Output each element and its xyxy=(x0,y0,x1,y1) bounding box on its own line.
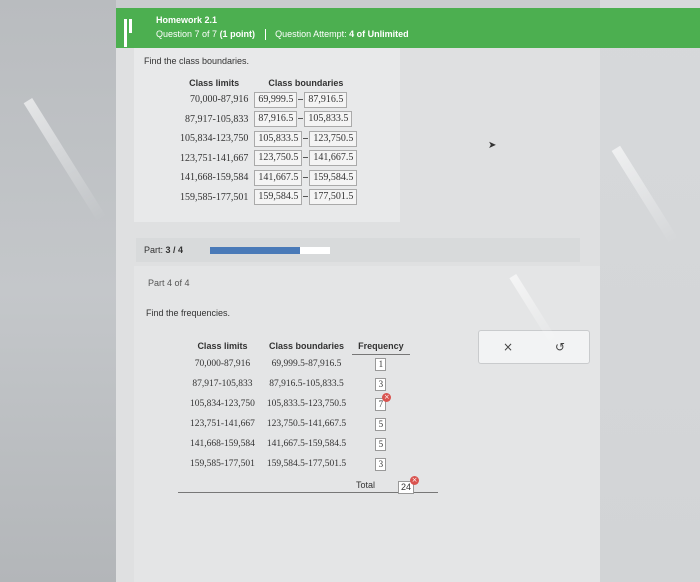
class-limits: 70,000-87,916 xyxy=(190,94,249,106)
table-row: 105,834-123,750 105,833.5-123,750.5 7 × xyxy=(184,392,410,414)
right-margin xyxy=(600,0,700,582)
boundaries-table: Class limits Class boundaries 70,000-87,… xyxy=(174,76,358,208)
table-row: 87,917-105,833 87,916.5 105,833.5 xyxy=(174,110,357,130)
question-points: (1 point) xyxy=(219,29,256,39)
table-row: 141,668-159,584 141,667.5-159,584.5 5 xyxy=(184,434,410,454)
col-frequency: Frequency xyxy=(352,338,410,355)
lower-boundary[interactable]: 159,584.5 xyxy=(254,189,303,206)
frequency-input[interactable]: 3 xyxy=(375,377,387,391)
frequency-input[interactable]: 7 × xyxy=(375,392,392,411)
frequency-cell: 1 xyxy=(352,354,410,374)
class-boundaries: 87,916.5-105,833.5 xyxy=(269,379,344,389)
frequency-input[interactable]: 5 xyxy=(375,417,387,431)
col-class-boundaries: Class boundaries xyxy=(268,78,344,88)
table-row: 105,834-123,750 105,833.5 123,750.5 xyxy=(174,129,358,149)
class-boundaries: 105,833.5-123,750.5 xyxy=(266,399,347,409)
error-x-icon: × xyxy=(382,392,392,402)
answer-actions: × ↺ xyxy=(478,330,590,364)
class-limits: 70,000-87,916 xyxy=(194,359,251,369)
class-limits: 141,668-159,584 xyxy=(190,439,255,449)
frequency-cell: 3 xyxy=(352,454,410,474)
question-number: Question 7 of 7 xyxy=(156,29,218,39)
lower-boundary[interactable]: 123,750.5 xyxy=(254,150,303,167)
frequency-table: Class limits Class boundaries Frequency … xyxy=(184,338,410,474)
col-class-limits: Class limits xyxy=(189,78,240,88)
class-limits: 105,834-123,750 xyxy=(180,133,249,145)
assignment-header: Homework 2.1 Question 7 of 7 (1 point) Q… xyxy=(116,8,700,48)
close-icon[interactable]: × xyxy=(503,340,513,354)
table-row: 159,585-177,501 159,584.5 177,501.5 xyxy=(174,188,358,208)
part-progress-row: Part: 3 / 4 xyxy=(136,238,580,262)
question-info: Question 7 of 7 (1 point) Question Attem… xyxy=(156,29,409,41)
frequency-cell: 5 xyxy=(352,414,410,434)
part-label: Part: 3 / 4 xyxy=(144,245,184,255)
class-boundaries: 105,833.5 123,750.5 xyxy=(254,129,358,149)
upper-boundary[interactable]: 177,501.5 xyxy=(309,189,358,206)
class-limits: 123,751-141,667 xyxy=(180,152,249,164)
left-margin xyxy=(0,0,116,582)
attempt-label: Question Attempt: xyxy=(275,29,347,39)
total-frequency: 24 × xyxy=(398,476,420,495)
table-row: 87,917-105,833 87,916.5-105,833.5 3 xyxy=(184,374,410,394)
class-boundaries: 87,916.5 105,833.5 xyxy=(254,110,357,130)
class-boundaries: 141,667.5 159,584.5 xyxy=(254,168,358,188)
mouse-cursor-icon: ➤ xyxy=(488,140,497,151)
frequencies-instruction: Find the frequencies. xyxy=(146,308,231,318)
class-boundaries: 69,999.5-87,916.5 xyxy=(271,359,342,369)
upper-boundary[interactable]: 123,750.5 xyxy=(309,130,358,147)
class-limits: 87,917-105,833 xyxy=(185,113,249,125)
table-row: 159,585-177,501 159,584.5-177,501.5 3 xyxy=(184,454,410,474)
class-limits: 105,834-123,750 xyxy=(190,399,255,409)
frequency-input[interactable]: 3 xyxy=(375,457,387,471)
col-class-limits: Class limits xyxy=(197,341,248,351)
class-limits: 87,917-105,833 xyxy=(192,379,253,389)
menu-icon[interactable] xyxy=(124,19,138,47)
class-boundaries: 123,750.5 141,667.5 xyxy=(254,149,358,169)
lower-boundary[interactable]: 141,667.5 xyxy=(254,169,303,186)
divider xyxy=(264,29,266,41)
class-limits: 141,668-159,584 xyxy=(180,172,249,184)
class-limits: 159,585-177,501 xyxy=(190,459,255,469)
table-row: 70,000-87,916 69,999.5 87,916.5 xyxy=(174,90,357,110)
class-boundaries: 141,667.5-159,584.5 xyxy=(266,439,347,449)
class-limits: 159,585-177,501 xyxy=(180,191,249,203)
progress-bar xyxy=(210,247,330,254)
total-label: Total xyxy=(356,480,376,490)
frequency-cell: 3 xyxy=(352,374,410,394)
progress-fill xyxy=(210,247,300,254)
frequency-cell: 5 xyxy=(352,434,410,454)
undo-icon[interactable]: ↺ xyxy=(555,340,565,354)
lower-boundary[interactable]: 87,916.5 xyxy=(254,111,298,128)
lower-boundary[interactable]: 69,999.5 xyxy=(254,91,298,108)
error-x-icon: × xyxy=(410,476,420,485)
col-class-boundaries: Class boundaries xyxy=(268,341,345,351)
frequency-cell: 7 × xyxy=(352,392,410,414)
class-boundaries: 159,584.5 177,501.5 xyxy=(254,188,358,208)
class-boundaries: 69,999.5 87,916.5 xyxy=(254,90,357,110)
lower-boundary[interactable]: 105,833.5 xyxy=(254,130,303,147)
total-value: 24 × xyxy=(398,476,420,494)
table-row: 123,751-141,667 123,750.5-141,667.5 5 xyxy=(184,414,410,434)
frequency-input[interactable]: 5 xyxy=(375,437,387,451)
table-row: 141,668-159,584 141,667.5 159,584.5 xyxy=(174,168,358,188)
class-limits: 123,751-141,667 xyxy=(190,419,255,429)
attempt-value: 4 of Unlimited xyxy=(349,29,409,39)
part-of-label: Part 4 of 4 xyxy=(148,278,190,288)
homework-title: Homework 2.1 xyxy=(156,15,218,25)
class-boundaries: 123,750.5-141,667.5 xyxy=(266,419,347,429)
upper-boundary[interactable]: 87,916.5 xyxy=(304,91,348,108)
frequency-input[interactable]: 1 xyxy=(375,357,387,371)
class-boundaries: 159,584.5-177,501.5 xyxy=(266,459,347,469)
boundaries-instruction: Find the class boundaries. xyxy=(144,56,250,66)
table-row: 123,751-141,667 123,750.5 141,667.5 xyxy=(174,149,358,169)
upper-boundary[interactable]: 159,584.5 xyxy=(309,169,358,186)
table-row: 70,000-87,916 69,999.5-87,916.5 1 xyxy=(184,354,410,374)
upper-boundary[interactable]: 105,833.5 xyxy=(304,111,353,128)
upper-boundary[interactable]: 141,667.5 xyxy=(309,150,358,167)
